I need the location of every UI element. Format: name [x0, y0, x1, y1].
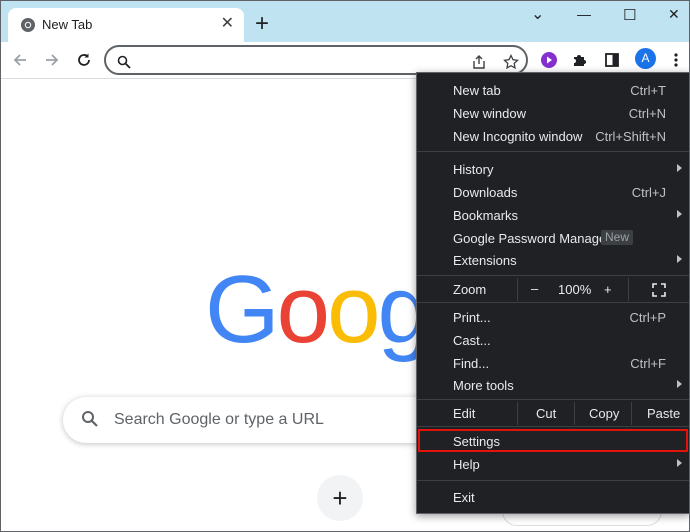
new-tab-button[interactable]: + — [255, 12, 269, 36]
address-bar[interactable] — [104, 45, 528, 75]
submenu-arrow-icon — [677, 210, 682, 218]
paste-button[interactable]: Paste — [647, 406, 680, 421]
menu-separator — [417, 480, 689, 481]
menu-item-print[interactable]: Print... Ctrl+P — [417, 306, 689, 329]
menu-item-label: Bookmarks — [453, 208, 519, 223]
menu-item-label: Downloads — [453, 185, 518, 200]
add-shortcut-button[interactable]: + — [317, 475, 363, 521]
menu-row-edit: Edit Cut Copy Paste — [417, 402, 689, 425]
menu-item-help[interactable]: Help — [417, 453, 689, 476]
copy-button[interactable]: Copy — [589, 406, 619, 421]
submenu-arrow-icon — [677, 255, 682, 263]
menu-item-shortcut: Ctrl+N — [628, 106, 666, 121]
share-icon[interactable] — [470, 53, 488, 71]
menu-item-label: Help — [453, 457, 480, 472]
menu-item-label: Exit — [453, 490, 475, 505]
logo-letter-o1: o — [276, 256, 330, 363]
tab-search-chevron-icon[interactable]: ⌄ — [531, 4, 544, 24]
menu-item-label: More tools — [453, 378, 514, 393]
menu-item-new-window[interactable]: New window Ctrl+N — [417, 102, 689, 125]
reload-button[interactable] — [71, 42, 97, 78]
maximize-button[interactable]: ☐ — [623, 6, 636, 24]
tab-title: New Tab — [42, 17, 93, 32]
menu-separator — [417, 399, 689, 400]
menu-item-shortcut: Ctrl+J — [631, 185, 666, 200]
zoom-label: Zoom — [453, 282, 487, 297]
chrome-icon — [20, 17, 36, 33]
menu-item-bookmarks[interactable]: Bookmarks — [417, 204, 689, 227]
menu-separator — [417, 151, 689, 152]
profile-avatar[interactable]: A — [635, 48, 656, 69]
menu-separator — [417, 275, 689, 276]
zoom-out-button[interactable]: – — [531, 281, 538, 296]
menu-row-zoom: Zoom – 100% + — [417, 278, 689, 301]
settings-highlight — [418, 429, 688, 452]
menu-item-extensions[interactable]: Extensions — [417, 249, 689, 272]
menu-item-exit[interactable]: Exit — [417, 486, 689, 509]
search-box-icon — [81, 410, 99, 433]
menu-item-label: New Incognito window — [453, 129, 583, 144]
edit-divider — [574, 402, 575, 425]
search-placeholder: Search Google or type a URL — [114, 411, 324, 428]
menu-item-password-manager[interactable]: Google Password Manager New — [417, 227, 689, 250]
tab-new-tab[interactable]: New Tab ✕ — [8, 8, 244, 42]
back-button[interactable] — [7, 42, 33, 78]
menu-item-history[interactable]: History — [417, 158, 689, 181]
menu-item-cast[interactable]: Cast... — [417, 329, 689, 352]
fullscreen-icon[interactable] — [652, 283, 666, 300]
edit-label: Edit — [453, 406, 476, 421]
menu-item-downloads[interactable]: Downloads Ctrl+J — [417, 181, 689, 204]
zoom-divider — [628, 278, 629, 301]
play-extension-icon — [541, 52, 557, 68]
edit-divider — [517, 402, 518, 425]
tab-strip: New Tab ✕ + ⌄ — ☐ ✕ — [0, 0, 690, 42]
back-arrow-icon — [13, 54, 26, 66]
cut-button[interactable]: Cut — [536, 406, 556, 421]
menu-item-shortcut: Ctrl+Shift+N — [595, 129, 666, 144]
edit-divider — [631, 402, 632, 425]
logo-letter-o2: o — [327, 256, 380, 363]
menu-item-find[interactable]: Find... Ctrl+F — [417, 352, 689, 375]
submenu-arrow-icon — [677, 164, 682, 172]
submenu-arrow-icon — [677, 380, 682, 388]
zoom-in-button[interactable]: + — [604, 282, 612, 297]
submenu-arrow-icon — [677, 459, 682, 467]
menu-separator — [417, 302, 689, 303]
forward-arrow-icon — [46, 54, 59, 66]
menu-item-label: History — [453, 162, 494, 177]
menu-item-shortcut: Ctrl+T — [630, 83, 666, 98]
menu-item-label: Cast... — [453, 333, 491, 348]
new-badge: New — [601, 230, 634, 245]
forward-button[interactable] — [39, 42, 65, 78]
search-icon — [115, 53, 133, 71]
menu-item-label: New window — [453, 106, 526, 121]
menu-item-label: Find... — [453, 356, 490, 371]
puzzle-icon — [574, 55, 586, 66]
menu-item-shortcut: Ctrl+P — [629, 310, 666, 325]
menu-item-label: New tab — [453, 83, 501, 98]
menu-separator — [417, 426, 689, 427]
menu-item-more-tools[interactable]: More tools — [417, 374, 689, 397]
bookmark-star-icon[interactable] — [502, 53, 520, 71]
reload-icon — [78, 53, 90, 66]
three-dots-vertical-icon — [674, 53, 678, 67]
menu-item-label: Google Password Manager — [453, 231, 611, 246]
menu-item-new-incognito[interactable]: New Incognito window Ctrl+Shift+N — [417, 125, 689, 148]
menu-item-new-tab[interactable]: New tab Ctrl+T — [417, 79, 689, 102]
side-panel-icon — [605, 53, 619, 67]
minimize-button[interactable]: — — [577, 6, 591, 22]
zoom-value: 100% — [558, 282, 592, 297]
google-logo: Goog — [205, 262, 431, 358]
close-window-button[interactable]: ✕ — [668, 6, 680, 23]
menu-item-shortcut: Ctrl+F — [630, 356, 666, 371]
menu-item-label: Extensions — [453, 253, 517, 268]
logo-letter-g: G — [205, 256, 280, 363]
zoom-divider — [517, 278, 518, 301]
menu-item-label: Print... — [453, 310, 491, 325]
tab-close-icon[interactable]: ✕ — [221, 15, 234, 33]
